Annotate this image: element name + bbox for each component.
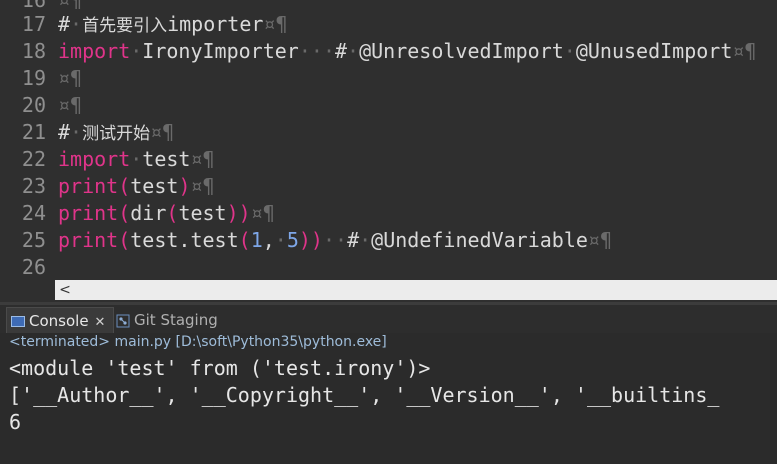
eol-marker: ¤¶	[190, 174, 215, 198]
comment-text: @UndefinedVariable	[371, 228, 588, 252]
space-marker: ·	[70, 12, 83, 36]
tab-console[interactable]: Console ✕	[6, 307, 114, 334]
line-number: 23	[21, 174, 46, 198]
space-marker: ·	[322, 39, 335, 63]
module-name: IronyImporter	[142, 39, 299, 63]
paren: ))	[298, 228, 323, 252]
paren: )	[178, 174, 191, 198]
space-marker: ·	[335, 228, 348, 252]
process-status-label: <terminated> main.py [D:\soft\Python35\p…	[0, 333, 777, 352]
eol-marker: ¤¶	[150, 120, 175, 144]
eol-marker: ¤¶	[587, 228, 612, 252]
paren: ))	[226, 201, 251, 225]
space-marker: ·	[298, 39, 311, 63]
code-line[interactable]: import·IronyImporter···#·@UnresolvedImpo…	[58, 38, 756, 65]
eol-marker: ¤¶	[58, 93, 83, 117]
code-line[interactable]: #·首先要引入importer¤¶	[58, 11, 288, 38]
code-editor[interactable]: 16 17 18 19 20 21 22 23 24 25 26 ¤¶ #·首先…	[0, 0, 777, 302]
horizontal-scrollbar[interactable]: <	[55, 280, 777, 300]
line-number: 26	[21, 255, 46, 279]
line-number: 24	[21, 201, 46, 225]
tab-label: Git Staging	[134, 311, 218, 329]
space-marker: ·	[70, 120, 83, 144]
space-marker: ·	[563, 39, 576, 63]
code-line[interactable]: print(dir(test))¤¶	[58, 200, 275, 227]
paren: (	[166, 201, 179, 225]
gutter-corner	[0, 280, 55, 302]
code-line[interactable]: ¤¶	[58, 92, 82, 119]
line-number: 20	[21, 93, 46, 117]
builtin-function: print	[58, 228, 119, 252]
comment-text: @UnresolvedImport	[359, 39, 564, 63]
line-number: 22	[21, 147, 46, 171]
comment-hash: #	[58, 12, 71, 36]
comment-text: @UnusedImport	[575, 39, 733, 63]
identifier: test	[130, 174, 179, 198]
space-marker: ·	[130, 147, 143, 171]
eol-marker: ¤¶	[263, 12, 288, 36]
identifier: test.test	[130, 228, 239, 252]
line-number: 18	[21, 39, 46, 63]
space-marker: ·	[274, 228, 287, 252]
keyword: import	[58, 147, 131, 171]
code-line[interactable]: ¤¶	[58, 65, 82, 92]
comment-text: 首先要引入	[82, 16, 168, 36]
comment-hash: #	[334, 39, 348, 63]
code-line[interactable]: import·test¤¶	[58, 146, 215, 173]
comment-text: 测试开始	[82, 124, 151, 144]
line-number-gutter: 16 17 18 19 20 21 22 23 24 25 26	[0, 0, 52, 302]
number-literal: 1	[250, 228, 263, 252]
identifier: dir	[130, 201, 167, 225]
line-number: 17	[21, 12, 46, 36]
space-marker: ·	[310, 39, 323, 63]
code-line[interactable]: #·测试开始¤¶	[58, 119, 174, 146]
line-number: 19	[21, 66, 46, 90]
console-output[interactable]: <module 'test' from ('test.irony')> ['__…	[0, 352, 777, 464]
comment-hash: #	[347, 228, 360, 252]
code-line[interactable]: print(test.test(1,·5))··#·@UndefinedVari…	[58, 227, 612, 254]
tab-label: Console	[29, 312, 89, 330]
comma: ,	[262, 228, 275, 252]
keyword: import	[58, 39, 131, 63]
console-line: ['__Author__', '__Copyright__', '__Versi…	[9, 383, 720, 407]
paren: (	[238, 228, 251, 252]
eol-marker: ¤¶	[58, 66, 83, 90]
code-line[interactable]: print(test)¤¶	[58, 173, 215, 200]
line-number: 25	[21, 228, 46, 252]
eol-marker: ¤¶	[732, 39, 757, 63]
close-icon[interactable]: ✕	[95, 315, 106, 330]
console-line: 6	[9, 410, 22, 434]
comment-hash: #	[58, 120, 71, 144]
builtin-function: print	[58, 201, 119, 225]
paren: (	[118, 201, 131, 225]
space-marker: ·	[322, 228, 336, 252]
paren: (	[118, 174, 131, 198]
tab-git-staging[interactable]: Git Staging	[116, 307, 218, 334]
console-line: <module 'test' from ('test.irony')>	[9, 356, 431, 380]
space-marker: ·	[130, 39, 143, 63]
view-tab-bar: Console ✕ Git Staging	[0, 302, 777, 334]
space-marker: ·	[347, 39, 360, 63]
paren: (	[118, 228, 131, 252]
scroll-left-arrow-icon[interactable]: <	[55, 280, 75, 300]
identifier: test	[178, 201, 227, 225]
console-icon	[11, 316, 25, 327]
module-name: test	[142, 147, 191, 171]
comment-text: importer	[167, 12, 264, 36]
builtin-function: print	[58, 174, 119, 198]
space-marker: ·	[359, 228, 372, 252]
eol-marker: ¤¶	[190, 147, 215, 171]
line-number: 21	[21, 120, 46, 144]
eol-marker: ¤¶	[250, 201, 275, 225]
number-literal: 5	[286, 228, 299, 252]
git-staging-icon	[116, 314, 130, 327]
